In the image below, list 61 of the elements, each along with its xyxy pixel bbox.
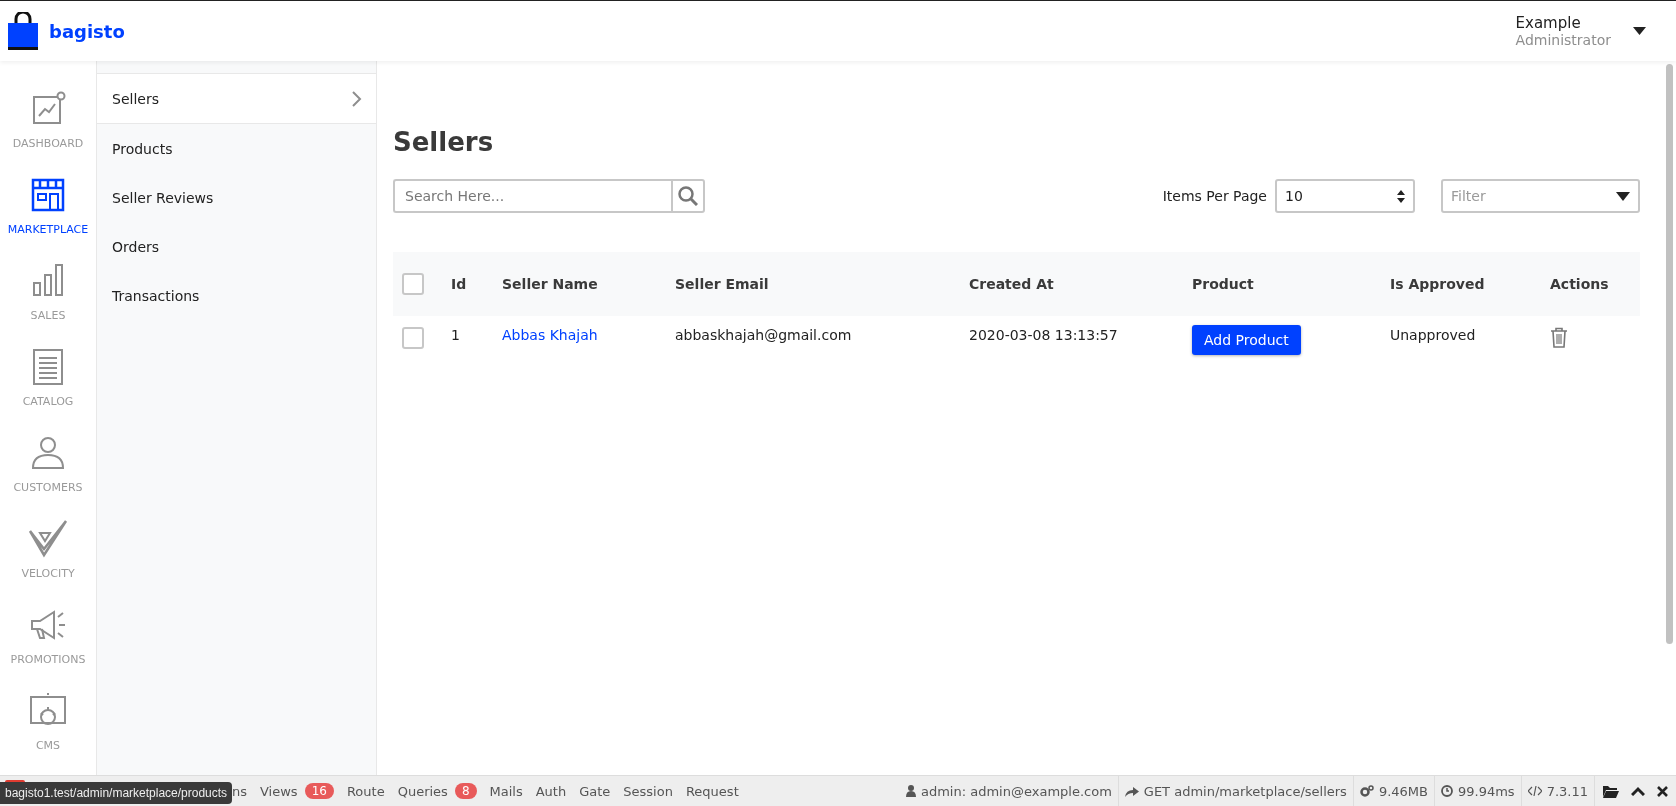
debugbar-time: 99.94ms bbox=[1434, 776, 1521, 806]
select-all-checkbox[interactable] bbox=[402, 273, 424, 295]
debugbar-tab[interactable]: Mails bbox=[489, 783, 523, 799]
shopping-bag-logo-icon bbox=[7, 12, 39, 50]
row-checkbox[interactable] bbox=[402, 327, 424, 349]
submenu-item[interactable]: Products bbox=[97, 124, 376, 173]
table-cell-text: 1 bbox=[451, 327, 461, 343]
items-per-page-label: Items Per Page bbox=[1162, 188, 1267, 204]
chevron-right-icon bbox=[352, 90, 362, 107]
user-role: Administrator bbox=[1515, 32, 1611, 48]
submenu-item[interactable]: Transactions bbox=[97, 271, 376, 320]
page-title: Sellers bbox=[393, 127, 495, 157]
debugbar-tab[interactable]: Request bbox=[685, 783, 739, 799]
debugbar-user: admin: admin@example.com bbox=[899, 776, 1118, 806]
caret-icon[interactable] bbox=[1633, 27, 1646, 35]
column-header: Product bbox=[1192, 276, 1255, 292]
search-icon bbox=[678, 186, 698, 206]
search-field[interactable]: Search Here... bbox=[393, 179, 671, 213]
scrollbar[interactable] bbox=[1666, 64, 1673, 644]
code-icon bbox=[1527, 785, 1542, 797]
debugbar-tab[interactable]: ns bbox=[232, 783, 247, 799]
seller-name-link[interactable]: Abbas Khajah bbox=[502, 327, 675, 343]
user-name: Example bbox=[1515, 14, 1582, 32]
close-icon[interactable] bbox=[1657, 785, 1668, 797]
debugbar-memory: 9.46MB bbox=[1352, 776, 1434, 806]
column-header: Created At bbox=[969, 276, 1055, 292]
add-product-button[interactable]: Add Product bbox=[1192, 325, 1301, 355]
debugbar-tab[interactable]: Auth bbox=[535, 783, 567, 799]
debugbar-tab[interactable]: Views 16 bbox=[260, 783, 334, 799]
items-per-page-select[interactable]: 10 bbox=[1275, 179, 1415, 213]
folder-icon[interactable] bbox=[1603, 784, 1619, 798]
share-arrow-icon bbox=[1124, 785, 1139, 797]
table-cell-text: 2020-03-08 13:13:57 bbox=[969, 327, 1119, 343]
search-button[interactable] bbox=[671, 179, 705, 213]
link-url-tooltip: bagisto1.test/admin/marketplace/products bbox=[0, 782, 233, 804]
column-header: Seller Email bbox=[675, 276, 770, 292]
clock-icon bbox=[1441, 785, 1453, 797]
column-header: Is Approved bbox=[1390, 276, 1486, 292]
stepper-icon bbox=[1397, 189, 1405, 203]
column-header: Seller Name bbox=[502, 276, 599, 292]
debugbar-php-version: 7.3.11 bbox=[1520, 776, 1594, 806]
debugbar-request: GET admin/marketplace/sellers bbox=[1117, 776, 1353, 806]
nav-icon bbox=[28, 519, 68, 559]
user-icon bbox=[905, 785, 916, 797]
submenu-item[interactable]: Seller Reviews bbox=[97, 173, 376, 222]
submenu-item[interactable]: Orders bbox=[97, 222, 376, 271]
table-cell-text: abbaskhajah@gmail.com bbox=[675, 327, 853, 343]
table-cell-text: Unapproved bbox=[1390, 327, 1477, 343]
debugbar-tab[interactable]: Queries 8 bbox=[397, 783, 477, 799]
nav-item[interactable]: MARKETPLACE bbox=[7, 175, 89, 261]
submenu-item[interactable]: Sellers bbox=[97, 73, 376, 124]
column-header: Actions bbox=[1550, 276, 1610, 292]
caret-icon bbox=[1616, 191, 1630, 201]
debugbar-tab[interactable]: Gate bbox=[579, 783, 611, 799]
trash-icon[interactable] bbox=[1550, 327, 1568, 348]
chevron-up-icon[interactable] bbox=[1631, 786, 1645, 796]
debugbar-tab[interactable]: Session bbox=[623, 783, 673, 799]
debugbar-tab[interactable]: Route bbox=[346, 783, 385, 799]
column-header: Id bbox=[451, 276, 468, 292]
brand-name[interactable]: bagisto bbox=[49, 20, 125, 42]
gears-icon bbox=[1359, 785, 1374, 797]
